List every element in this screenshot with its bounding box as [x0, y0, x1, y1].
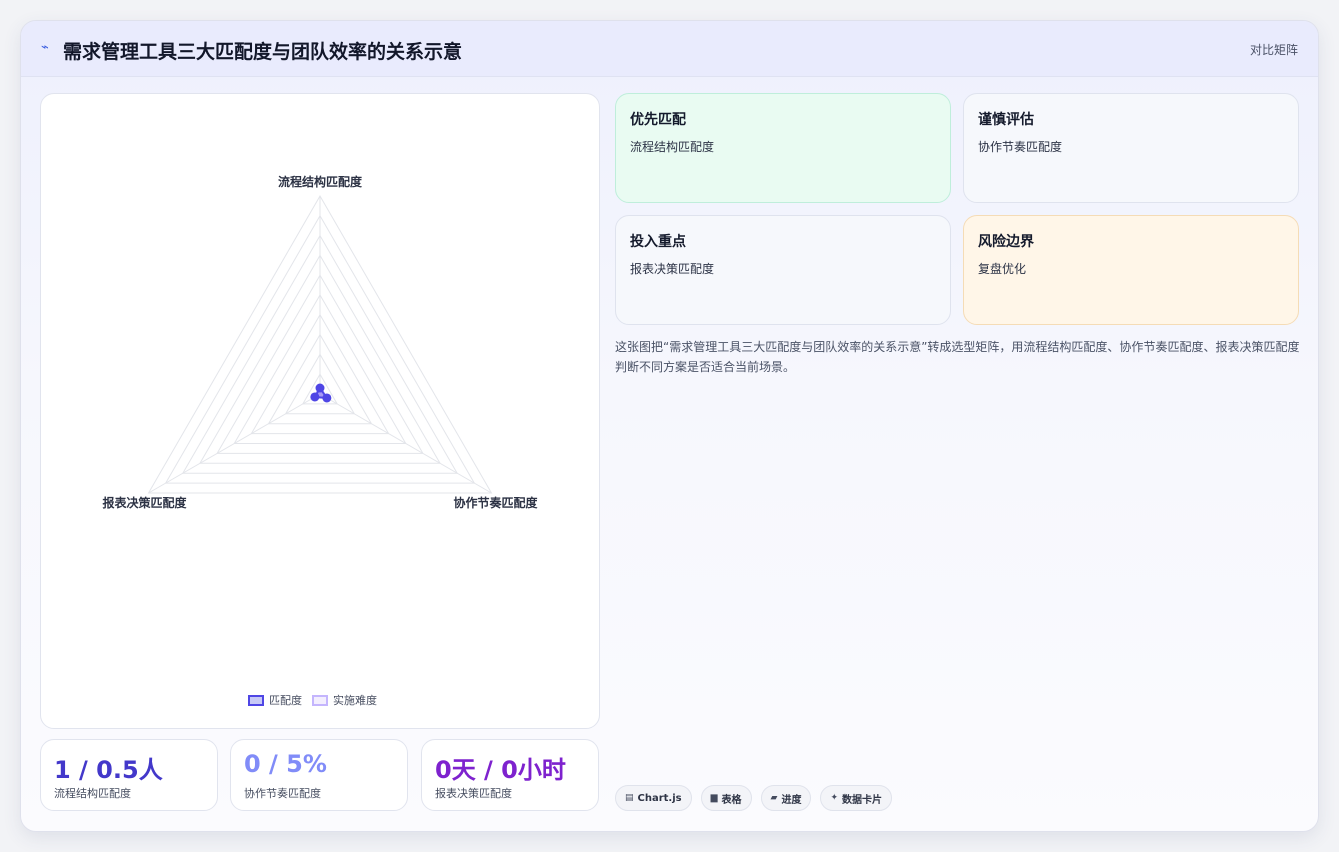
stat-card-report: 0天 / 0小时 报表决策匹配度 — [421, 739, 599, 811]
stat-value: 0 / 5% — [244, 750, 327, 778]
legend-label-difficulty: 实施难度 — [333, 694, 377, 707]
sparkle-icon: ✦ — [830, 793, 839, 803]
tag-data-card[interactable]: ✦ 数据卡片 — [820, 785, 893, 811]
radar-chart-panel: 流程结构匹配度协作节奏匹配度 报表决策匹配度 匹配度 实施难度 — [40, 93, 600, 729]
legend-item-match[interactable]: 匹配度 — [248, 692, 302, 708]
chart-icon: ▤ — [625, 793, 634, 803]
quadrant-text: 复盘优化 — [978, 262, 1027, 276]
view-mode-badge[interactable]: 对比矩阵 — [1250, 41, 1298, 58]
stat-value: 0天 / 0小时 — [435, 756, 566, 784]
axis-label: 流程结构匹配度 — [278, 174, 363, 189]
tag-label: 进度 — [781, 794, 802, 806]
stat-label: 报表决策匹配度 — [435, 787, 512, 800]
quadrant-investment: 投入重点 报表决策匹配度 — [615, 215, 951, 325]
page-title: 需求管理工具三大匹配度与团队效率的关系示意 — [63, 41, 463, 63]
tag-list: ▤ Chart.js ▆ 表格 ▰ 进度 ✦ 数据卡片 — [615, 785, 901, 811]
series-point-0 — [315, 383, 325, 393]
spark-line-icon: ⌁ — [41, 40, 49, 55]
series-point-0 — [310, 392, 320, 402]
quadrant-text: 流程结构匹配度 — [630, 140, 715, 154]
table-icon: ▆ — [710, 793, 718, 803]
quadrant-title: 风险边界 — [978, 234, 1034, 250]
stat-card-process: 1 / 0.5人 流程结构匹配度 — [40, 739, 218, 811]
stat-card-collab: 0 / 5% 协作节奏匹配度 — [230, 739, 408, 811]
stat-label: 流程结构匹配度 — [54, 787, 131, 800]
card-header: ⌁ 需求管理工具三大匹配度与团队效率的关系示意 对比矩阵 — [21, 21, 1318, 77]
tag-chartjs[interactable]: ▤ Chart.js — [615, 785, 692, 811]
quadrant-title: 投入重点 — [630, 234, 686, 250]
report-card: ⌁ 需求管理工具三大匹配度与团队效率的关系示意 对比矩阵 流程结构匹配度协作节奏… — [20, 20, 1319, 832]
tag-label: 数据卡片 — [842, 794, 883, 806]
quadrant-caution: 谨慎评估 协作节奏匹配度 — [963, 93, 1299, 203]
tag-table[interactable]: ▆ 表格 — [700, 785, 752, 811]
axis-label: 协作节奏匹配度 — [453, 495, 538, 510]
chart-description: 这张图把“需求管理工具三大匹配度与团队效率的关系示意”转成选型矩阵，用流程结构匹… — [615, 340, 1300, 374]
series-point-0 — [322, 393, 332, 403]
quadrant-risk: 风险边界 复盘优化 — [963, 215, 1299, 325]
radar-chart: 流程结构匹配度协作节奏匹配度 报表决策匹配度 — [103, 174, 539, 510]
legend-swatch-difficulty — [312, 694, 328, 706]
quadrant-text: 报表决策匹配度 — [630, 262, 715, 276]
legend-label-match: 匹配度 — [269, 694, 302, 707]
stat-label: 协作节奏匹配度 — [244, 787, 321, 800]
stat-value: 1 / 0.5人 — [54, 756, 163, 784]
quadrant-priority: 优先匹配 流程结构匹配度 — [615, 93, 951, 203]
tag-progress[interactable]: ▰ 进度 — [760, 785, 812, 811]
axis-label: 报表决策匹配度 — [103, 495, 188, 510]
legend-item-difficulty[interactable]: 实施难度 — [312, 692, 377, 708]
tag-label: Chart.js — [637, 792, 682, 804]
quadrant-text: 协作节奏匹配度 — [978, 140, 1063, 154]
chart-legend: 匹配度 实施难度 — [248, 692, 387, 708]
tag-label: 表格 — [721, 794, 742, 806]
quadrant-title: 优先匹配 — [630, 112, 686, 128]
progress-icon: ▰ — [770, 793, 778, 803]
quadrant-title: 谨慎评估 — [978, 112, 1034, 128]
legend-swatch-match — [248, 694, 264, 706]
